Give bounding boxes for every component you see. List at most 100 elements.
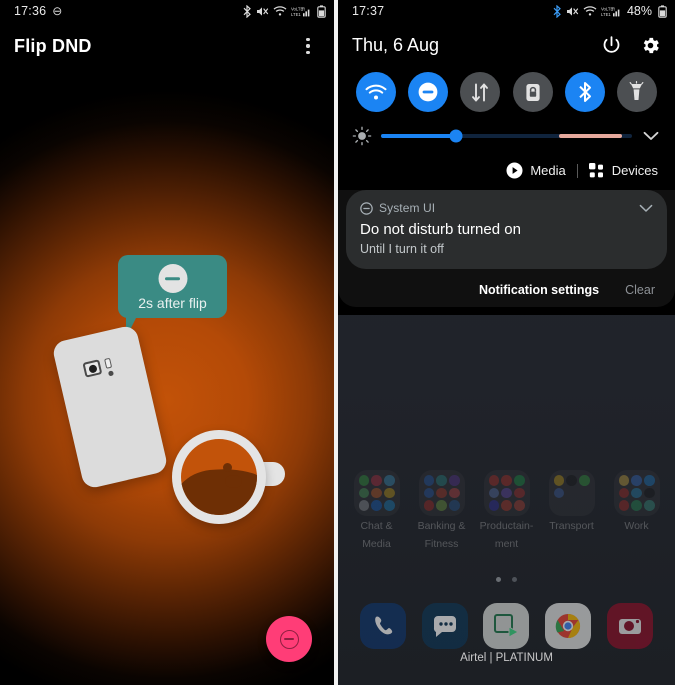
folder-item[interactable]: Chat & Media xyxy=(349,470,405,552)
bluetooth-icon xyxy=(553,4,561,18)
media-label: Media xyxy=(530,163,566,178)
brightness-fill xyxy=(381,134,457,138)
bubble-label: 2s after flip xyxy=(138,295,207,311)
brightness-slider[interactable] xyxy=(381,129,632,143)
folder-icon-grid xyxy=(419,470,465,516)
folder-icon-grid xyxy=(614,470,660,516)
notification-shade: System UI Do not disturb turned on Until… xyxy=(338,190,675,307)
sensor-icon xyxy=(107,370,114,376)
mute-icon xyxy=(566,6,579,16)
folder-label: Work xyxy=(624,520,649,532)
folder-label: Chat & Media xyxy=(360,520,393,550)
folder-item[interactable]: Work xyxy=(609,470,665,552)
folder-item[interactable]: Transport xyxy=(544,470,600,552)
dual-screenshot-container: 17:36 ⊖ VoLTE R LTE1 Flip DND 2s after fli… xyxy=(0,0,675,685)
right-status-bar: 17:37 VoLTE R LTE1 48% xyxy=(338,0,675,22)
svg-text:LTE1: LTE1 xyxy=(291,12,301,17)
notification-title: Do not disturb turned on xyxy=(360,221,521,238)
page-dot-active[interactable] xyxy=(496,577,501,582)
toggle-auto-rotate-lock[interactable] xyxy=(512,72,553,112)
folder-icon-grid xyxy=(354,470,400,516)
quick-toggle-row xyxy=(338,68,675,112)
orange-glow-background xyxy=(0,90,334,685)
gear-icon[interactable] xyxy=(640,35,661,56)
battery-icon xyxy=(317,4,326,18)
dnd-icon xyxy=(279,629,299,649)
mute-icon xyxy=(257,6,269,16)
brightness-thumb[interactable] xyxy=(449,129,463,143)
toggle-flashlight[interactable] xyxy=(616,72,657,112)
carrier-label: Airtel | PLATINUM xyxy=(460,652,553,664)
bluetooth-icon xyxy=(243,4,251,18)
toggle-mobile-data[interactable] xyxy=(460,72,501,112)
camera-app-icon[interactable] xyxy=(607,603,654,649)
battery-percent-label: 48% xyxy=(626,4,652,18)
notification-header: System UI xyxy=(360,201,653,215)
left-status-bar: 17:36 ⊖ VoLTE R LTE1 xyxy=(0,0,334,22)
folder-item[interactable]: Banking & Fitness xyxy=(414,470,470,552)
coffee-surface xyxy=(181,439,257,515)
quick-settings-header: Thu, 6 Aug xyxy=(338,22,675,68)
toggle-do-not-disturb[interactable] xyxy=(408,72,449,112)
notification-body: Until I turn it off xyxy=(360,242,444,256)
devices-grid-icon xyxy=(588,162,603,177)
brightness-row xyxy=(338,112,675,146)
play-circle-icon xyxy=(506,162,523,179)
folder-row: Chat & Media Banking & Fitness Productai… xyxy=(338,470,675,552)
camera-icon xyxy=(82,359,103,378)
coffee-bubble-large xyxy=(225,475,242,488)
wifi-icon xyxy=(583,6,597,16)
coffee-bubble-small xyxy=(223,463,232,472)
notification-actions: Notification settings Clear xyxy=(338,269,675,301)
devices-label: Devices xyxy=(611,163,658,178)
status-time: 17:36 xyxy=(14,4,47,18)
devices-button[interactable]: Devices xyxy=(588,162,658,179)
clear-button[interactable]: Clear xyxy=(625,283,655,297)
toggle-bluetooth[interactable] xyxy=(564,72,605,112)
quick-settings-screen: Chat & Media Banking & Fitness Productai… xyxy=(338,0,675,685)
brightness-accent-segment xyxy=(559,134,622,138)
folder-icon-grid xyxy=(549,470,595,516)
coffee-cup-illustration xyxy=(172,430,285,524)
folder-label: Transport xyxy=(549,520,594,532)
toggle-wifi[interactable] xyxy=(356,72,396,112)
messages-app-icon[interactable] xyxy=(421,603,468,649)
brightness-icon xyxy=(352,126,372,146)
flip-dnd-app-screen: 17:36 ⊖ VoLTE R LTE1 Flip DND 2s after fli… xyxy=(0,0,334,685)
phone-app-icon[interactable] xyxy=(359,603,406,649)
media-devices-row: Media Devices xyxy=(338,146,675,179)
svg-text:R: R xyxy=(302,6,305,11)
power-icon[interactable] xyxy=(601,35,622,56)
folder-icon-grid xyxy=(484,470,530,516)
cup-body xyxy=(172,430,266,524)
coffee-foam xyxy=(181,463,257,515)
notification-card[interactable]: System UI Do not disturb turned on Until… xyxy=(346,190,667,269)
speech-bubble: 2s after flip xyxy=(118,255,227,338)
media-button[interactable]: Media xyxy=(506,162,566,179)
svg-text:LTE1: LTE1 xyxy=(601,12,611,17)
header-actions xyxy=(601,35,661,56)
volte-signal-icon: VoLTERLTE1 xyxy=(601,6,620,17)
volte-signal-icon: VoLTERLTE1 xyxy=(291,6,310,17)
dock xyxy=(338,603,675,649)
dnd-icon xyxy=(360,201,373,215)
page-dot[interactable] xyxy=(512,577,517,582)
dnd-bubble-icon xyxy=(158,264,187,293)
status-time: 17:37 xyxy=(352,4,385,18)
notification-settings-button[interactable]: Notification settings xyxy=(479,283,599,297)
page-indicator xyxy=(338,577,675,582)
svg-text:R: R xyxy=(612,6,615,11)
wifi-icon xyxy=(273,6,287,16)
notification-app-name: System UI xyxy=(379,201,436,215)
battery-icon xyxy=(658,4,667,18)
folder-item[interactable]: Productain-ment xyxy=(479,470,535,552)
play-store-app-icon[interactable] xyxy=(483,603,530,649)
chevron-down-icon[interactable] xyxy=(639,204,653,213)
overflow-menu-icon[interactable] xyxy=(296,34,320,58)
app-bar: Flip DND xyxy=(0,22,334,70)
toggle-dnd-fab[interactable] xyxy=(266,616,312,662)
chrome-app-icon[interactable] xyxy=(545,603,592,649)
folder-label: Productain-ment xyxy=(479,520,534,550)
chevron-down-icon[interactable] xyxy=(641,131,661,141)
folder-label: Banking & Fitness xyxy=(417,520,466,550)
